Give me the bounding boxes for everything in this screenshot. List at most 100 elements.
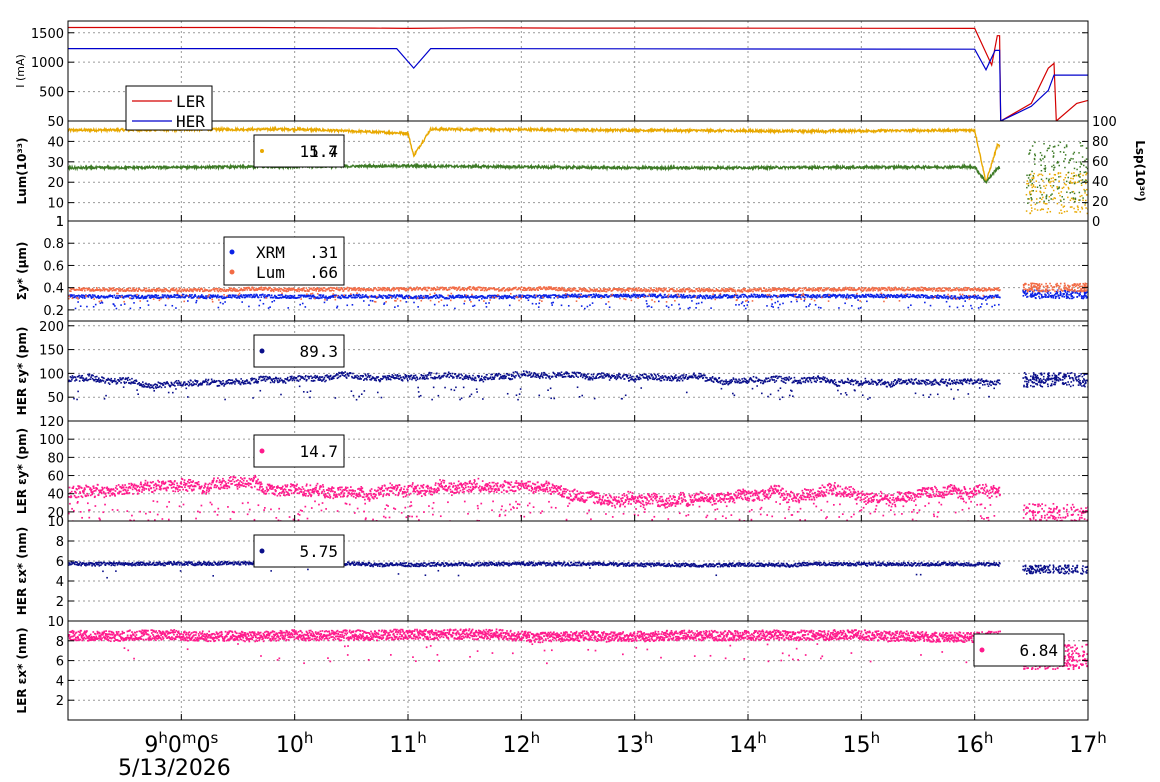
beam-current-plot (68, 26, 1088, 121)
data-point (484, 296, 487, 299)
data-point (490, 296, 492, 299)
data-point (1036, 293, 1038, 296)
data-point (197, 297, 200, 300)
luminosity-point (1061, 187, 1064, 190)
data-point (817, 306, 820, 309)
data-point (434, 297, 437, 300)
data-point (1065, 295, 1068, 297)
data-point (248, 287, 251, 290)
data-point (979, 306, 982, 308)
data-point (665, 305, 668, 307)
data-point (158, 299, 161, 302)
data-point (1051, 286, 1054, 289)
data-point (623, 289, 626, 291)
data-point (145, 297, 148, 299)
luminosity-point (1039, 187, 1042, 189)
data-point (273, 380, 276, 382)
data-point (802, 295, 805, 298)
data-point (175, 287, 178, 290)
data-point (223, 288, 226, 291)
data-point (639, 290, 641, 292)
data-point (257, 378, 260, 381)
data-point (149, 387, 151, 389)
data-point (1080, 297, 1083, 300)
data-point (985, 299, 987, 301)
chart-svg: 50010001500110203040500204060801000.20.4… (14, 20, 1147, 758)
data-point (438, 301, 440, 303)
data-point (331, 289, 334, 291)
data-point (886, 289, 889, 291)
data-point (589, 304, 591, 306)
data-point (264, 380, 267, 382)
data-point (1061, 295, 1064, 298)
data-point (860, 289, 862, 292)
data-point (159, 385, 161, 388)
data-point (645, 295, 647, 298)
data-point (779, 290, 782, 293)
data-point (127, 296, 130, 298)
data-point (235, 294, 237, 297)
data-point (248, 305, 250, 308)
data-point (77, 298, 79, 300)
data-point (326, 299, 328, 301)
data-point (579, 294, 582, 296)
data-point (325, 379, 327, 382)
data-point (747, 296, 749, 299)
luminosity-point (1029, 193, 1032, 196)
data-point (1028, 289, 1030, 292)
data-point (81, 289, 84, 292)
data-point (218, 299, 220, 301)
data-point (676, 293, 679, 296)
data-point (1038, 290, 1041, 293)
data-point (127, 288, 130, 290)
data-point (359, 374, 362, 377)
data-point (454, 307, 456, 310)
data-point (782, 293, 785, 296)
data-point (419, 297, 422, 299)
data-point (323, 376, 326, 379)
data-point (210, 289, 213, 291)
data-point (736, 294, 739, 297)
data-point (74, 307, 77, 310)
data-point (99, 302, 102, 304)
data-point (521, 295, 523, 297)
data-point (147, 304, 150, 306)
data-point (814, 304, 817, 306)
luminosity-point (1048, 147, 1050, 149)
data-point (861, 287, 864, 289)
data-point (619, 297, 621, 300)
luminosity-point (1052, 180, 1054, 182)
luminosity-point (1039, 201, 1041, 203)
data-point (261, 287, 263, 289)
data-point (616, 296, 618, 298)
data-point (1041, 289, 1044, 292)
luminosity-point (1049, 185, 1052, 187)
data-point (570, 295, 573, 298)
data-point (556, 296, 559, 298)
data-point (129, 378, 131, 381)
data-point (938, 297, 940, 299)
data-point (131, 377, 133, 380)
data-point (188, 290, 191, 292)
data-point (245, 382, 247, 385)
data-point (478, 299, 481, 302)
data-point (1022, 286, 1025, 289)
data-point (367, 288, 370, 290)
data-point (931, 290, 934, 292)
data-point (81, 374, 84, 377)
data-point (779, 303, 781, 306)
data-point (1033, 282, 1036, 285)
data-point (777, 306, 780, 309)
data-point (271, 301, 273, 303)
data-point (106, 379, 109, 381)
data-point (766, 305, 768, 307)
data-point (70, 290, 72, 293)
luminosity-point (1070, 177, 1072, 180)
data-point (84, 287, 87, 290)
data-point (313, 379, 316, 382)
data-point (519, 287, 521, 289)
data-point (193, 383, 196, 385)
data-point (1027, 284, 1030, 286)
data-point (352, 296, 354, 299)
data-point (82, 377, 85, 379)
